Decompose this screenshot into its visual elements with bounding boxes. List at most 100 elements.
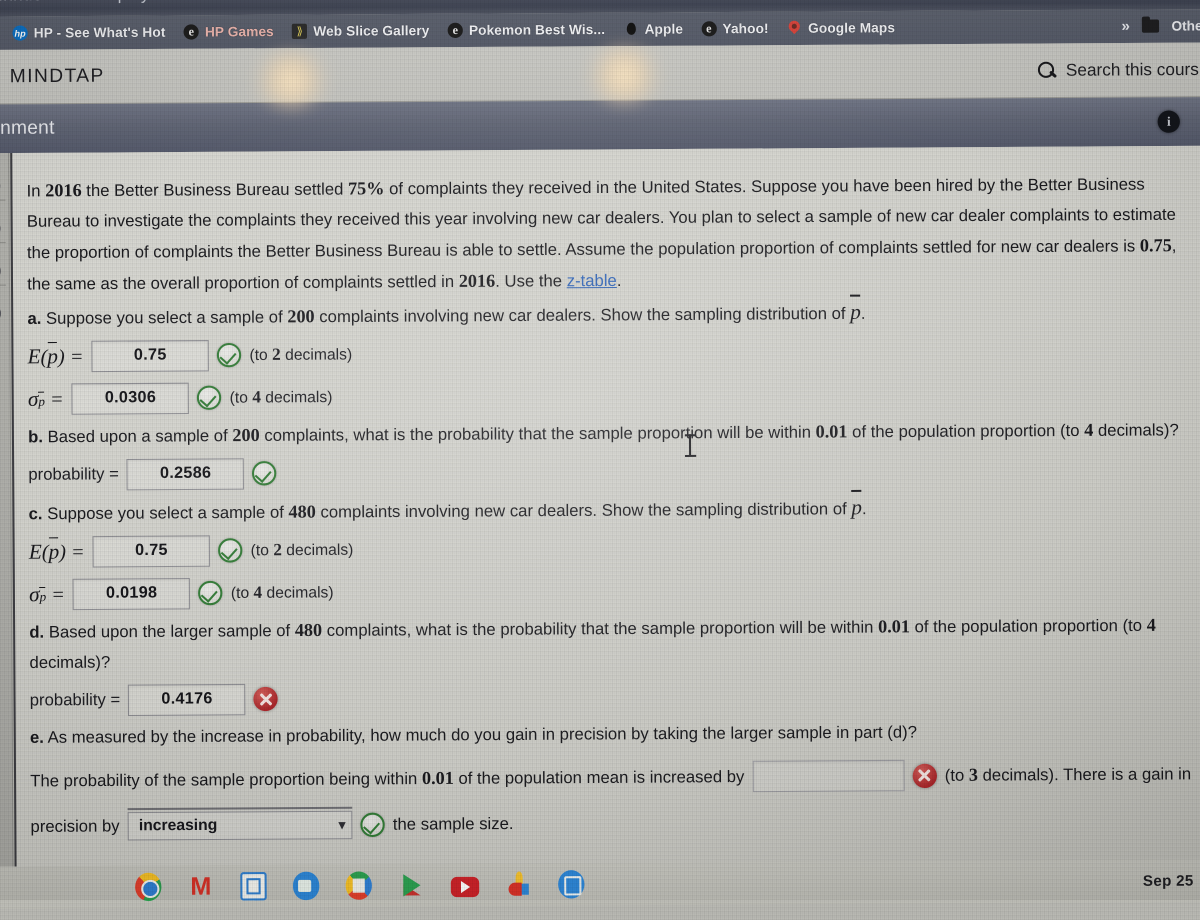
part-d-text: Based upon the larger sample of	[44, 622, 295, 642]
part-b-text: of the population proportion (to	[847, 422, 1084, 442]
bookmark-yahoo[interactable]: Yahoo!	[701, 21, 769, 37]
part-a-mean-hint: (to 2 decimals)	[249, 344, 352, 365]
bookmarks-overflow-chevron-icon[interactable]: »	[1121, 18, 1130, 35]
part-d-letter: d.	[29, 623, 44, 641]
correct-check-icon	[218, 538, 242, 562]
ie-e-icon	[184, 24, 199, 39]
chrome-icon[interactable]	[135, 873, 161, 901]
part-d-decimals: 4	[1147, 615, 1156, 635]
intro-percent: 75%	[348, 178, 385, 198]
docs-icon[interactable]	[346, 871, 372, 899]
bookmark-label: Pokemon Best Wis...	[469, 22, 605, 38]
intro-text: the Better Business Bureau settled	[82, 180, 349, 200]
bookmark-hp-see-whats-hot[interactable]: HP - See What's Hot	[12, 25, 165, 41]
photos-icon[interactable]	[505, 870, 531, 898]
part-c-text: .	[862, 500, 867, 518]
part-c-sd-input[interactable]: 0.0198	[73, 577, 191, 609]
part-b-sample-size: 200	[232, 425, 259, 445]
youtube-icon[interactable]	[451, 877, 479, 897]
part-e-answer-row: The probability of the sample proportion…	[30, 758, 1197, 796]
assignment-content: In 2016 the Better Business Bureau settl…	[10, 146, 1200, 867]
gmail-icon[interactable]	[188, 872, 214, 900]
bookmark-hp-games[interactable]: HP Games	[184, 24, 274, 40]
correct-check-icon	[197, 386, 221, 410]
part-b-decimals: 4	[1084, 420, 1093, 440]
intro-proportion: 0.75	[1140, 235, 1172, 255]
part-d-text: proportion (to	[1043, 617, 1147, 636]
correct-check-icon	[198, 581, 222, 605]
page-title: ignment	[0, 117, 55, 140]
part-c-mean-row: E(p) = 0.75 (to 2 decimals)	[29, 524, 1196, 572]
play-icon[interactable]	[398, 871, 424, 899]
incorrect-x-icon	[254, 687, 278, 711]
part-e-letter: e.	[30, 729, 44, 747]
part-a-sd-input[interactable]: 0.0306	[72, 382, 190, 414]
other-bookmarks-label[interactable]: Othe	[1171, 18, 1200, 33]
part-b-prompt: b. Based upon a sample of 200 complaints…	[28, 414, 1195, 452]
p-bar-symbol: p	[850, 297, 861, 327]
part-d-text: complaints, what is the probability that…	[322, 618, 878, 640]
intro-text: .	[617, 272, 622, 290]
part-a-sd-hint: (to 4 decimals)	[230, 387, 333, 408]
part-c-text: Suppose you select a sample of	[42, 504, 288, 524]
p-bar-symbol: p	[48, 539, 59, 564]
part-c-mean-hint: (to 2 decimals)	[251, 540, 354, 561]
bookmark-label: Apple	[645, 21, 684, 36]
course-search[interactable]: Search this cours	[1036, 59, 1200, 80]
part-c-mean-input[interactable]: 0.75	[93, 535, 211, 567]
taskbar: Sep 25	[0, 859, 1200, 909]
part-d-answer-row: probability = 0.4176	[30, 673, 1197, 721]
ie-e-icon	[448, 23, 463, 38]
chevron-down-icon: ▾	[339, 817, 346, 833]
part-c-sample-size: 480	[288, 501, 315, 521]
bookmark-label: HP - See What's Hot	[34, 25, 166, 41]
intro-text: settled for new car dealers is	[923, 237, 1140, 257]
bookmark-apple[interactable]: Apple	[623, 21, 683, 37]
bookmark-web-slice-gallery[interactable]: Web Slice Gallery	[292, 23, 429, 39]
p-bar-symbol: p	[40, 588, 47, 604]
part-e-precision-label: precision by	[30, 817, 119, 837]
bookmark-google-maps[interactable]: Google Maps	[787, 20, 895, 36]
part-a-mean-input[interactable]: 0.75	[91, 340, 209, 372]
nav-icon-4[interactable]	[0, 305, 1, 322]
dropdown-selected-value: increasing	[139, 817, 218, 836]
rail-divider	[0, 200, 5, 201]
bookmark-label: Google Maps	[808, 20, 895, 36]
mindtap-header: MINDTAP Search this cours	[0, 43, 1200, 105]
part-b-margin: 0.01	[816, 421, 848, 441]
z-table-link[interactable]: z-table	[567, 272, 617, 291]
intro-year: 2016	[45, 180, 82, 200]
bookmark-pokemon-best-wishes[interactable]: Pokemon Best Wis...	[448, 22, 606, 38]
p-bar-symbol: p	[851, 492, 862, 522]
nav-icon-2[interactable]	[0, 220, 1, 237]
part-d-margin: 0.01	[878, 616, 910, 636]
correct-check-icon	[252, 461, 276, 485]
correct-check-icon	[360, 813, 384, 837]
part-c-text: complaints involving new car dealers. Sh…	[316, 500, 852, 521]
meet-icon[interactable]	[293, 872, 319, 900]
info-icon[interactable]	[1158, 110, 1180, 132]
part-c-sd-hint: (to 4 decimals)	[231, 582, 334, 603]
part-a-prompt: a. Suppose you select a sample of 200 co…	[27, 295, 1194, 335]
ie-e-icon	[701, 21, 716, 36]
part-e-increase-input[interactable]	[752, 760, 904, 792]
part-d-text: decimals)?	[29, 653, 110, 672]
part-e-prompt: e. As measured by the increase in probab…	[30, 716, 1197, 753]
part-d-probability-input[interactable]: 0.4176	[128, 683, 246, 715]
nav-icon-3[interactable]	[0, 262, 1, 279]
part-a-text: complaints involving new car dealers. Sh…	[315, 305, 851, 326]
part-b-probability-input[interactable]: 0.2586	[127, 458, 245, 490]
drive-icon[interactable]	[558, 870, 584, 898]
part-d-text: of the population	[910, 617, 1038, 636]
part-a-sd-row: σp = 0.0306 (to 4 decimals)	[28, 371, 1195, 419]
precision-direction-dropdown[interactable]: increasing ▾	[128, 811, 353, 841]
part-a-mean-row: E(p) = 0.75 (to 2 decimals)	[28, 329, 1195, 377]
map-pin-icon	[787, 21, 802, 36]
part-a-text: .	[861, 305, 866, 323]
part-e-text: The probability of the sample proportion…	[30, 766, 744, 792]
mindtap-logo[interactable]: MINDTAP	[10, 65, 105, 88]
calendar-icon[interactable]	[240, 872, 266, 900]
expected-value-label: E(p) =	[28, 343, 84, 369]
part-c-prompt: c. Suppose you select a sample of 480 co…	[28, 490, 1195, 530]
hp-logo-icon	[12, 25, 27, 40]
